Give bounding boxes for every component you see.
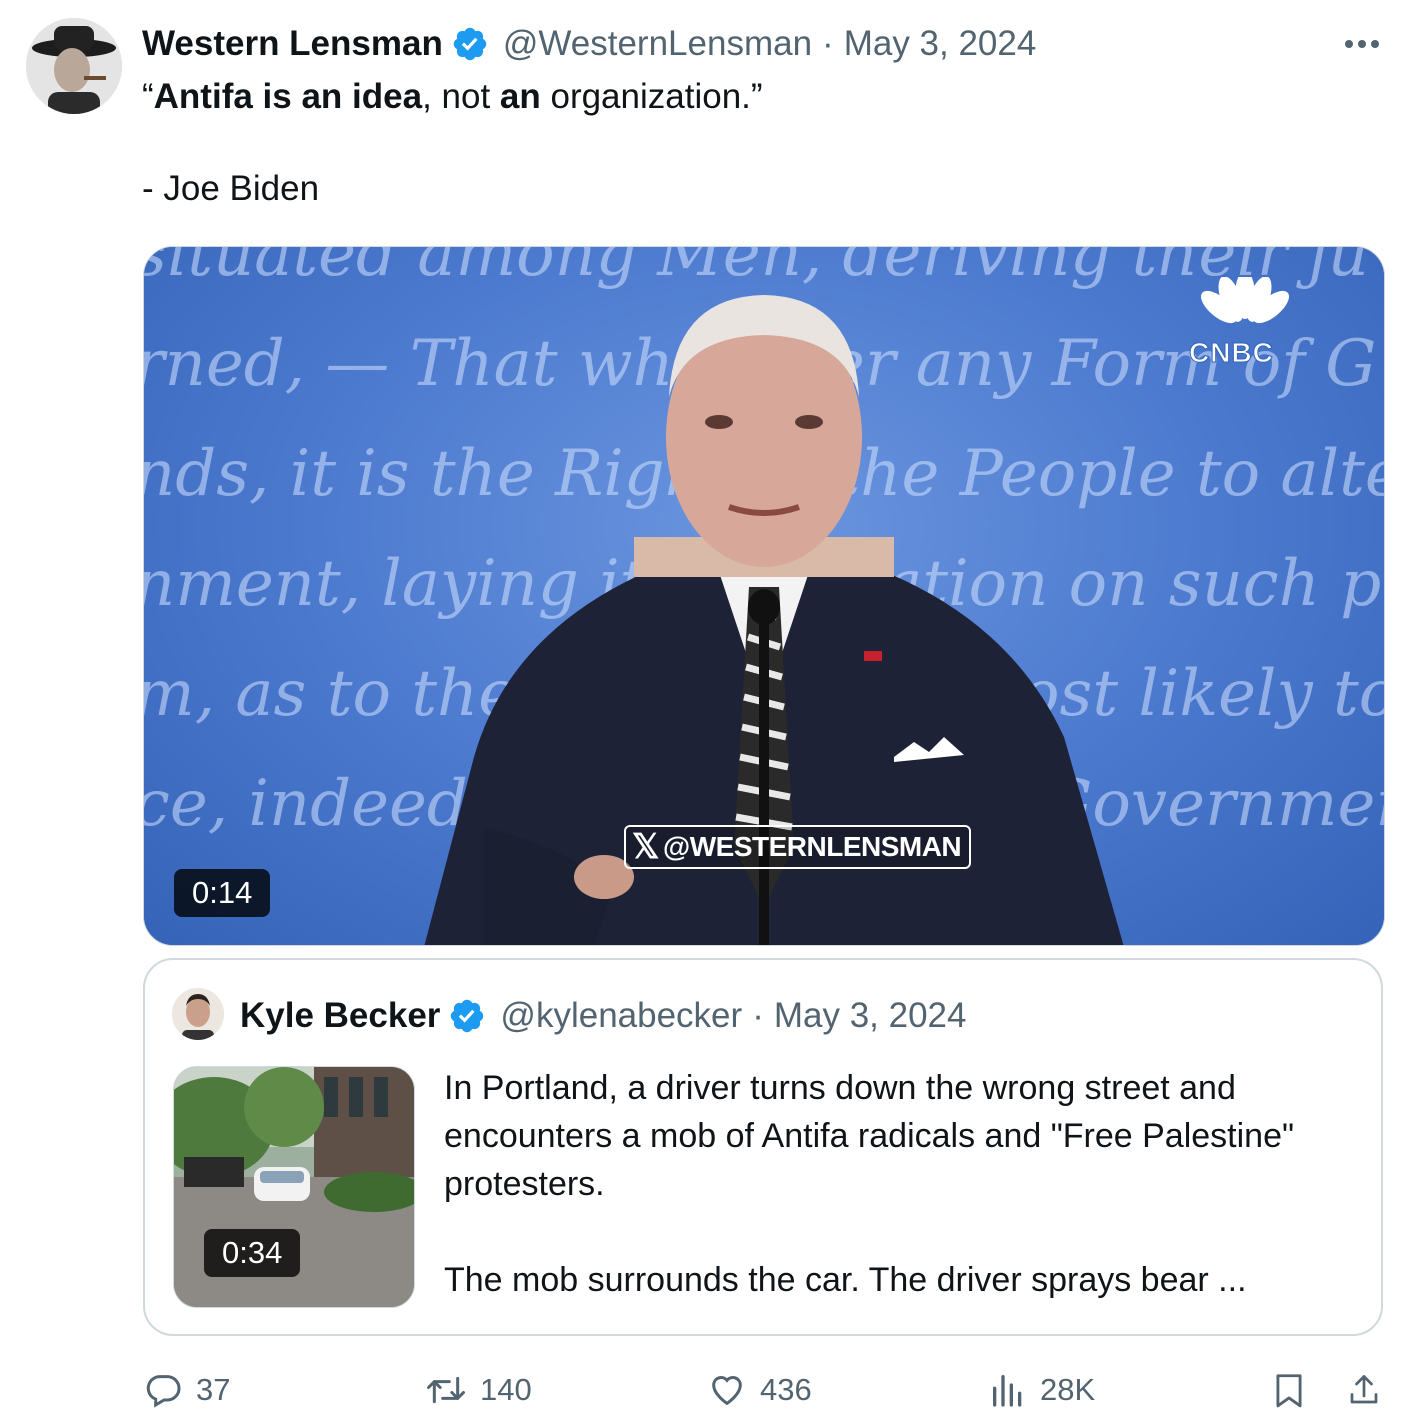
author-handle[interactable]: @WesternLensman: [503, 24, 812, 64]
reply-button[interactable]: 37: [144, 1368, 230, 1412]
like-button[interactable]: 436: [706, 1368, 812, 1412]
quoted-post-paragraph: The mob surrounds the car. The driver sp…: [444, 1261, 1247, 1299]
repost-button[interactable]: 140: [424, 1368, 532, 1412]
bookmark-button[interactable]: [1270, 1368, 1320, 1412]
verified-badge-icon: [448, 997, 486, 1035]
reply-count: 37: [196, 1372, 231, 1407]
network-logo-text: CNBC: [1189, 337, 1274, 369]
separator-dot: ·: [752, 996, 764, 1035]
verified-badge-icon: [451, 25, 489, 63]
quoted-post-header: Kyle Becker @kylenabecker · May 3, 2024: [240, 994, 966, 1038]
more-options-icon[interactable]: [1340, 24, 1384, 64]
separator-dot: ·: [822, 24, 834, 63]
views-count: 28K: [1040, 1372, 1096, 1407]
video-watermark: 𝕏 @WESTERNLENSMAN: [624, 825, 972, 869]
quoted-post-paragraph: In Portland, a driver turns down the wro…: [444, 1069, 1295, 1203]
views-button[interactable]: 28K: [988, 1368, 1095, 1412]
cnbc-logo: CNBC: [1179, 271, 1309, 369]
quoted-video-thumbnail[interactable]: 0:34: [173, 1066, 415, 1308]
quoted-author-avatar[interactable]: [172, 988, 224, 1040]
repost-count: 140: [480, 1372, 532, 1407]
post-text: “Antifa is an idea, not an organization.…: [142, 74, 1372, 212]
views-chart-icon: [993, 1375, 1022, 1407]
post-attribution: - Joe Biden: [142, 169, 320, 208]
author-display-name[interactable]: Western Lensman: [142, 24, 443, 64]
quoted-author-handle[interactable]: @kylenabecker: [500, 996, 742, 1036]
quoted-author-display-name[interactable]: Kyle Becker: [240, 996, 440, 1036]
author-avatar[interactable]: [26, 18, 122, 114]
share-button[interactable]: [1346, 1368, 1394, 1412]
video-duration-badge: 0:14: [174, 869, 271, 917]
quoted-video-duration-badge: 0:34: [204, 1229, 301, 1277]
x-logo-icon: 𝕏: [632, 828, 659, 866]
reply-icon: [146, 1375, 181, 1408]
share-icon: [1350, 1375, 1378, 1404]
post-video[interactable]: situated among Men, deriving their ju rn…: [143, 246, 1385, 946]
heart-icon: [712, 1376, 742, 1406]
like-count: 436: [760, 1372, 812, 1407]
post-date[interactable]: May 3, 2024: [844, 24, 1037, 64]
quoted-post-date[interactable]: May 3, 2024: [774, 996, 967, 1036]
bookmark-icon: [1276, 1374, 1302, 1408]
post-quote-line: “Antifa is an idea, not an organization.…: [142, 77, 763, 116]
quoted-post-text: In Portland, a driver turns down the wro…: [444, 1064, 1344, 1304]
repost-icon: [427, 1376, 465, 1404]
post-header: Western Lensman @WesternLensman · May 3,…: [142, 22, 1036, 66]
